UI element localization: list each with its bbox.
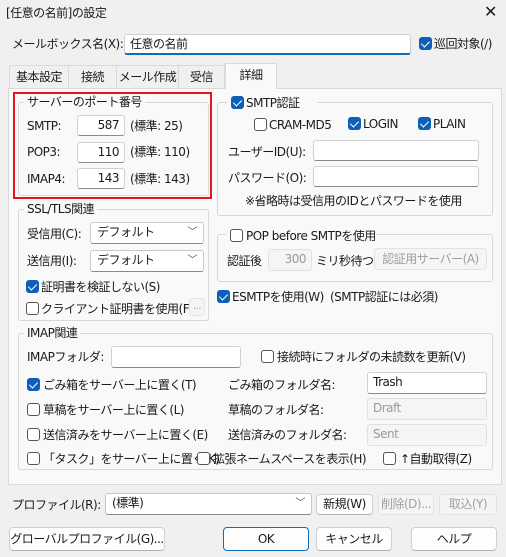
- smtp-auth-label: SMTP認証: [246, 96, 300, 110]
- tab-receive[interactable]: 受信: [178, 65, 225, 88]
- esmtp-checkbox[interactable]: [217, 290, 230, 303]
- user-id-input[interactable]: [313, 140, 479, 161]
- draft-folder-label: 草稿のフォルダ名:: [228, 403, 324, 417]
- profile-select[interactable]: (標準) ﹀: [105, 493, 312, 515]
- smtp-auth-checkbox[interactable]: [231, 96, 244, 109]
- window-title: [任意の名前]の設定: [6, 6, 107, 20]
- ssl-send-value: デフォルト: [97, 253, 155, 267]
- sent-folder-input[interactable]: Sent: [367, 424, 487, 446]
- tab-compose[interactable]: メール作成: [116, 65, 179, 88]
- imap-folder-input[interactable]: [111, 346, 241, 368]
- sent-server-label: 送信済みをサーバー上に置く(E): [43, 428, 208, 442]
- client-cert-checkbox[interactable]: [26, 302, 39, 315]
- auto-fetch-label: ↑自動取得(Z): [400, 452, 472, 466]
- password-label: パスワード(O):: [228, 171, 307, 185]
- sent-folder-label: 送信済みのフォルダ名:: [228, 428, 347, 442]
- client-cert-browse-button[interactable]: ...: [189, 298, 205, 316]
- esmtp-label: ESMTPを使用(W): [232, 290, 324, 304]
- mailbox-name-input[interactable]: 任意の名前: [124, 34, 411, 55]
- profile-value: (標準): [112, 496, 144, 510]
- password-input[interactable]: [313, 166, 479, 187]
- plain-label: PLAIN: [433, 117, 466, 131]
- smtp-auth-note: ※省略時は受信用のIDとパスワードを使用: [245, 194, 462, 208]
- update-unread-label: 接続時にフォルダの未読数を更新(V): [277, 350, 466, 364]
- trash-folder-label: ごみ箱のフォルダ名:: [228, 378, 336, 392]
- draft-server-label: 草稿をサーバー上に置く(L): [43, 403, 184, 417]
- help-button[interactable]: ヘルプ: [411, 527, 497, 551]
- chevron-down-icon: ﹀: [187, 227, 198, 238]
- cancel-button[interactable]: キャンセル: [316, 527, 392, 551]
- task-server-checkbox[interactable]: [27, 452, 40, 465]
- update-unread-checkbox[interactable]: [261, 350, 274, 363]
- login-label: LOGIN: [363, 117, 399, 131]
- chevron-down-icon: ﹀: [295, 498, 306, 509]
- ssl-recv-value: デフォルト: [97, 225, 155, 239]
- global-profile-button[interactable]: グローバルプロファイル(G)...: [9, 527, 165, 551]
- pop-wait-unit: ミリ秒待つ: [316, 254, 374, 268]
- highlight-box: [13, 92, 212, 199]
- namespace-label: 拡張ネームスペースを表示(H): [213, 452, 367, 466]
- imap-title: IMAP関連: [24, 326, 81, 340]
- chevron-down-icon: ﹀: [187, 255, 198, 266]
- patrol-checkbox[interactable]: [419, 37, 432, 50]
- no-verify-checkbox[interactable]: [26, 280, 39, 293]
- pop-wait-input[interactable]: 300: [268, 249, 312, 271]
- client-cert-label: クライアント証明書を使用(F): [41, 302, 194, 316]
- profile-delete-button[interactable]: 削除(D)...: [378, 494, 434, 515]
- plain-checkbox[interactable]: [418, 117, 431, 130]
- task-server-label: 「タスク」をサーバー上に置く(K): [43, 452, 220, 466]
- pop-before-checkbox[interactable]: [230, 229, 243, 242]
- user-id-label: ユーザーID(U):: [228, 145, 306, 159]
- ssl-send-label: 送信用(I):: [27, 254, 77, 268]
- namespace-checkbox[interactable]: [197, 452, 210, 465]
- ok-button[interactable]: OK: [223, 527, 309, 551]
- trash-server-checkbox[interactable]: [27, 378, 40, 391]
- draft-server-checkbox[interactable]: [27, 403, 40, 416]
- imap-folder-label: IMAPフォルダ:: [27, 350, 104, 364]
- login-checkbox[interactable]: [348, 117, 361, 130]
- sent-server-checkbox[interactable]: [27, 428, 40, 441]
- ssl-recv-label: 受信用(C):: [27, 227, 82, 241]
- close-icon[interactable]: ✕: [484, 2, 497, 21]
- trash-server-label: ごみ箱をサーバー上に置く(T): [43, 378, 197, 392]
- trash-folder-input[interactable]: Trash: [367, 372, 487, 394]
- ssl-send-select[interactable]: デフォルト ﹀: [90, 250, 204, 272]
- pop-after-label: 認証後: [227, 254, 262, 268]
- cram-md5-label: CRAM-MD5: [269, 118, 332, 132]
- auto-fetch-checkbox[interactable]: [383, 452, 396, 465]
- tab-connection[interactable]: 接続: [68, 65, 117, 88]
- auth-server-button[interactable]: 認証用サーバー(A): [374, 248, 487, 270]
- profile-new-button[interactable]: 新規(W): [316, 494, 373, 515]
- mailbox-name-label: メールボックス名(X):: [12, 37, 124, 51]
- tab-basic[interactable]: 基本設定: [9, 65, 69, 88]
- draft-folder-input[interactable]: Draft: [367, 398, 487, 420]
- ssl-recv-select[interactable]: デフォルト ﹀: [90, 222, 204, 244]
- no-verify-label: 証明書を検証しない(S): [41, 280, 160, 294]
- profile-import-button[interactable]: 取込(Y): [439, 494, 497, 515]
- profile-label: プロファイル(R):: [12, 498, 101, 512]
- cram-md5-checkbox[interactable]: [254, 118, 267, 131]
- esmtp-note: (SMTP認証には必須): [330, 290, 438, 304]
- ssl-title: SSL/TLS関連: [24, 202, 98, 216]
- patrol-label: 巡回対象(/): [434, 37, 492, 51]
- tab-advanced[interactable]: 詳細: [225, 63, 277, 89]
- pop-before-label: POP before SMTPを使用: [246, 229, 376, 243]
